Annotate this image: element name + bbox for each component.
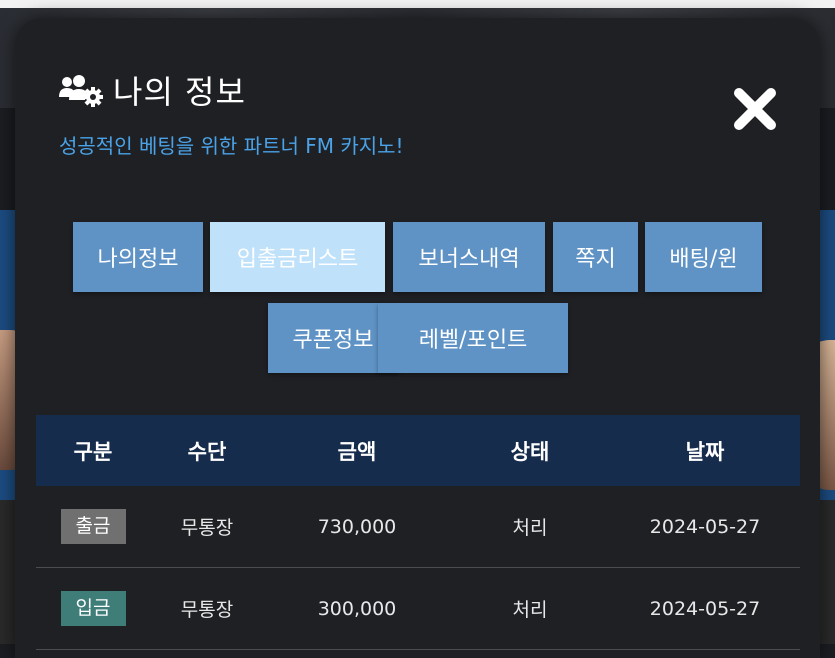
method-cell: 무통장 [180, 599, 234, 621]
method-cell: 무통장 [180, 517, 234, 539]
tab-deposit-withdraw-list[interactable]: 입출금리스트 [210, 222, 385, 292]
close-icon [734, 88, 776, 130]
amount-cell: 730,000 [317, 515, 397, 538]
modal-header: 나의 정보 성공적인 베팅을 위한 파트너 FM 카지노! [15, 18, 820, 198]
modal-title: 나의 정보 [113, 73, 246, 111]
type-cell: 출금 [36, 509, 150, 544]
tab-bonus-history[interactable]: 보너스내역 [393, 222, 545, 292]
deposit-badge: 입금 [60, 591, 126, 626]
date-cell: 2024-05-27 [649, 597, 761, 620]
date-cell: 2024-05-27 [649, 515, 761, 538]
type-cell: 입금 [36, 591, 150, 626]
column-header-method: 수단 [187, 439, 227, 464]
close-button[interactable] [730, 84, 780, 134]
tab-level-points[interactable]: 레벨/포인트 [378, 303, 568, 373]
table-header: 구분 수단 금액 상태 날짜 [36, 415, 800, 486]
amount-cell: 300,000 [317, 597, 397, 620]
column-header-date: 날짜 [685, 439, 725, 464]
status-cell: 처리 [512, 599, 548, 621]
status-cell: 처리 [512, 517, 548, 539]
tab-messages[interactable]: 쪽지 [553, 222, 638, 292]
transaction-table: 구분 수단 금액 상태 날짜 출금 무통장 730,000 처리 2024-05… [36, 415, 800, 650]
tab-betting-win[interactable]: 배팅/윈 [645, 222, 762, 292]
modal-subtitle: 성공적인 베팅을 위한 파트너 FM 카지노! [59, 134, 404, 158]
page-top-strip [0, 0, 835, 8]
my-info-modal: 나의 정보 성공적인 베팅을 위한 파트너 FM 카지노! 나의정보 입출금리스… [15, 18, 820, 658]
table-row: 출금 무통장 730,000 처리 2024-05-27 [36, 486, 800, 568]
column-header-amount: 금액 [337, 439, 377, 464]
users-gear-icon [59, 75, 103, 107]
table-row: 입금 무통장 300,000 처리 2024-05-27 [36, 568, 800, 650]
tab-my-info[interactable]: 나의정보 [73, 222, 203, 292]
modal-title-row: 나의 정보 [57, 70, 246, 111]
withdraw-badge: 출금 [60, 509, 126, 544]
column-header-status: 상태 [510, 439, 550, 464]
column-header-type: 구분 [73, 439, 113, 464]
